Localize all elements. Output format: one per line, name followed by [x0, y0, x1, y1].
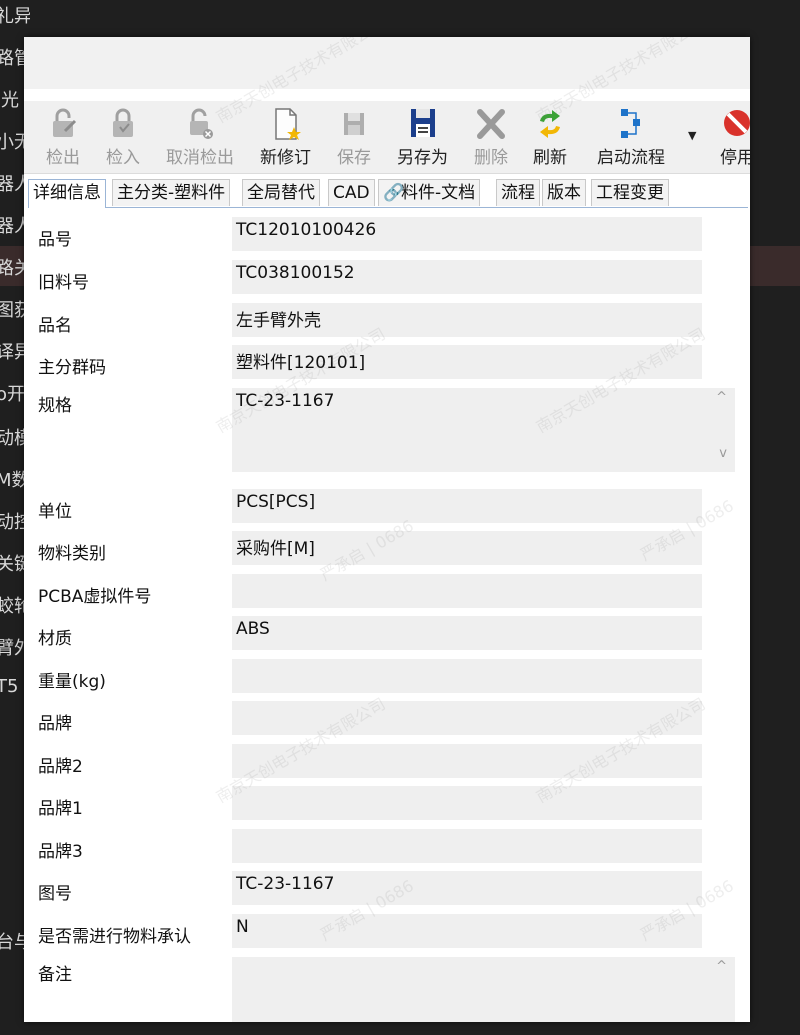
field-label: 旧料号 — [38, 273, 89, 293]
field-label: 物料类别 — [38, 544, 106, 564]
tab-cad[interactable]: CAD — [328, 179, 375, 206]
start-workflow-label: 启动流程 — [597, 148, 665, 168]
refresh-icon — [540, 110, 560, 138]
background-item[interactable]: T5 — [0, 676, 18, 697]
dialog-titlebar[interactable] — [24, 37, 750, 89]
save-as-button[interactable]: 另存为 — [397, 107, 448, 168]
item-number-field[interactable]: TC12010100426 — [232, 217, 702, 251]
tab-detail-info[interactable]: 详细信息 — [28, 179, 106, 208]
tab-item-document[interactable]: 🔗 料件-文档 — [378, 179, 481, 206]
checkout-icon — [53, 108, 77, 137]
field-label: 材质 — [38, 629, 72, 649]
delete-icon — [477, 109, 505, 139]
save-as-label: 另存为 — [397, 148, 448, 168]
remarks-textarea[interactable]: ^ — [232, 957, 735, 1022]
field-label: 品牌 — [38, 714, 72, 734]
checkin-label: 检入 — [106, 148, 140, 168]
checkout-label: 检出 — [46, 148, 80, 168]
material-field[interactable]: ABS — [232, 616, 702, 650]
workflow-dropdown-arrow-icon[interactable]: ▼ — [688, 129, 696, 142]
unit-field[interactable]: PCS[PCS] — [232, 489, 702, 523]
tab-version[interactable]: 版本 — [542, 179, 586, 206]
material-approval-field[interactable]: N — [232, 914, 702, 948]
disable-button[interactable]: 停用 — [720, 107, 750, 168]
save-button[interactable]: 保存 — [337, 107, 371, 168]
new-revision-label: 新修订 — [260, 148, 311, 168]
field-label: 规格 — [38, 396, 72, 416]
detail-tabs: 详细信息 主分类-塑料件 全局替代 CAD 🔗 料件-文档 流程 版本 工程变更 — [28, 177, 748, 208]
tab-item-document-label: 料件-文档 — [401, 183, 476, 203]
drawing-number-field[interactable]: TC-23-1167 — [232, 871, 702, 905]
field-label: 重量(kg) — [38, 672, 106, 692]
cancel-checkout-icon — [190, 108, 213, 139]
checkin-button[interactable]: 检入 — [106, 107, 140, 168]
save-as-icon — [410, 109, 435, 137]
link-icon: 🔗 — [383, 183, 405, 203]
tab-global-substitute[interactable]: 全局替代 — [242, 179, 320, 206]
field-label: 主分群码 — [38, 358, 106, 378]
disable-label: 停用 — [720, 148, 750, 168]
cancel-checkout-label: 取消检出 — [166, 148, 234, 168]
scroll-up-icon[interactable]: ^ — [716, 390, 727, 405]
field-label: 品牌1 — [38, 799, 83, 819]
brand3-field[interactable] — [232, 829, 702, 863]
item-name-field[interactable]: 左手臂外壳 — [232, 303, 702, 337]
brand1-field[interactable] — [232, 786, 702, 820]
pcba-virtual-part-field[interactable] — [232, 574, 702, 608]
delete-label: 删除 — [474, 148, 508, 168]
checkout-button[interactable]: 检出 — [46, 107, 80, 168]
new-revision-icon — [274, 108, 301, 140]
field-label: 品名 — [38, 316, 72, 336]
delete-button[interactable]: 删除 — [474, 107, 508, 168]
field-label: 备注 — [38, 965, 72, 985]
field-label: PCBA虚拟件号 — [38, 587, 152, 607]
scroll-down-icon[interactable]: v — [719, 446, 727, 461]
field-label: 单位 — [38, 502, 72, 522]
brand-field[interactable] — [232, 701, 702, 735]
tab-engineering-change[interactable]: 工程变更 — [591, 179, 669, 206]
item-detail-dialog: 检出 检入 取消检出 新修订 保存 另存为 删除 刷新 启动流程 ▼ 停用 详细… — [24, 37, 750, 1022]
scroll-up-icon[interactable]: ^ — [716, 959, 727, 974]
tab-workflow[interactable]: 流程 — [496, 179, 540, 206]
checkin-icon — [113, 108, 133, 137]
disable-icon — [724, 110, 750, 136]
background-item[interactable]: o开 — [0, 380, 25, 406]
start-workflow-icon — [621, 109, 640, 138]
background-item[interactable]: l光 — [0, 86, 19, 112]
toolbar: 检出 检入 取消检出 新修订 保存 另存为 删除 刷新 启动流程 ▼ 停用 — [24, 101, 750, 174]
specification-value: TC-23-1167 — [236, 391, 335, 411]
start-workflow-button[interactable]: 启动流程 — [597, 107, 665, 168]
field-label: 品牌2 — [38, 757, 83, 777]
old-item-number-field[interactable]: TC038100152 — [232, 260, 702, 294]
weight-field[interactable] — [232, 659, 702, 693]
field-label: 品牌3 — [38, 842, 83, 862]
refresh-button[interactable]: 刷新 — [533, 107, 567, 168]
field-label: 品号 — [38, 230, 72, 250]
background-item[interactable]: 礼异响 — [0, 2, 30, 28]
brand2-field[interactable] — [232, 744, 702, 778]
save-icon — [344, 113, 364, 135]
material-type-field[interactable]: 采购件[M] — [232, 531, 702, 565]
main-group-code-field[interactable]: 塑料件[120101] — [232, 345, 702, 379]
field-label: 是否需进行物料承认 — [38, 927, 191, 947]
specification-textarea[interactable]: TC-23-1167 ^ v — [232, 388, 735, 472]
refresh-label: 刷新 — [533, 148, 567, 168]
new-revision-button[interactable]: 新修订 — [260, 107, 311, 168]
tab-main-category[interactable]: 主分类-塑料件 — [112, 179, 231, 206]
field-label: 图号 — [38, 884, 72, 904]
save-label: 保存 — [337, 148, 371, 168]
cancel-checkout-button[interactable]: 取消检出 — [166, 107, 234, 168]
